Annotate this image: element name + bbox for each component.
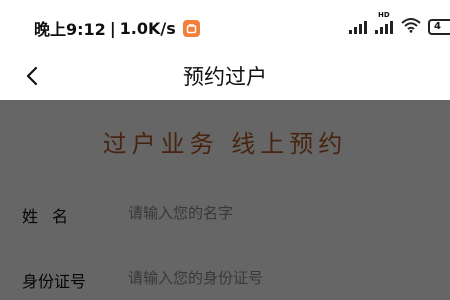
app-notification-icon (182, 19, 200, 37)
battery-icon: 4 (428, 19, 450, 35)
nav-bar: 预约过户 (0, 52, 450, 100)
battery-level: 4 (434, 21, 441, 32)
page-title: 预约过户 (183, 65, 267, 89)
banner-title: 过户业务 线上预约 (102, 130, 348, 158)
status-time: 晚上9:12 (34, 20, 106, 39)
id-number-row: 身份证号 (0, 258, 450, 298)
hd-label: HD (378, 11, 390, 19)
status-bar: 晚上9:12 | 1.0K/s HD 4 (0, 0, 450, 52)
status-left: 晚上9:12 | 1.0K/s (34, 16, 200, 40)
name-label: 姓名 (22, 207, 83, 226)
id-number-label: 身份证号 (22, 272, 87, 291)
status-right: HD 4 (348, 11, 450, 37)
name-row: 姓名 (0, 193, 450, 233)
id-number-input[interactable] (128, 264, 428, 292)
wifi-icon (400, 17, 422, 37)
network-speed: 1.0K/s (119, 18, 176, 38)
signal-hd-icon: HD (374, 11, 394, 35)
status-separator: | (109, 18, 116, 38)
name-input[interactable] (128, 199, 428, 227)
appointment-form: 过户业务 线上预约 姓名 身份证号 (0, 100, 450, 300)
signal-icon (348, 19, 368, 35)
